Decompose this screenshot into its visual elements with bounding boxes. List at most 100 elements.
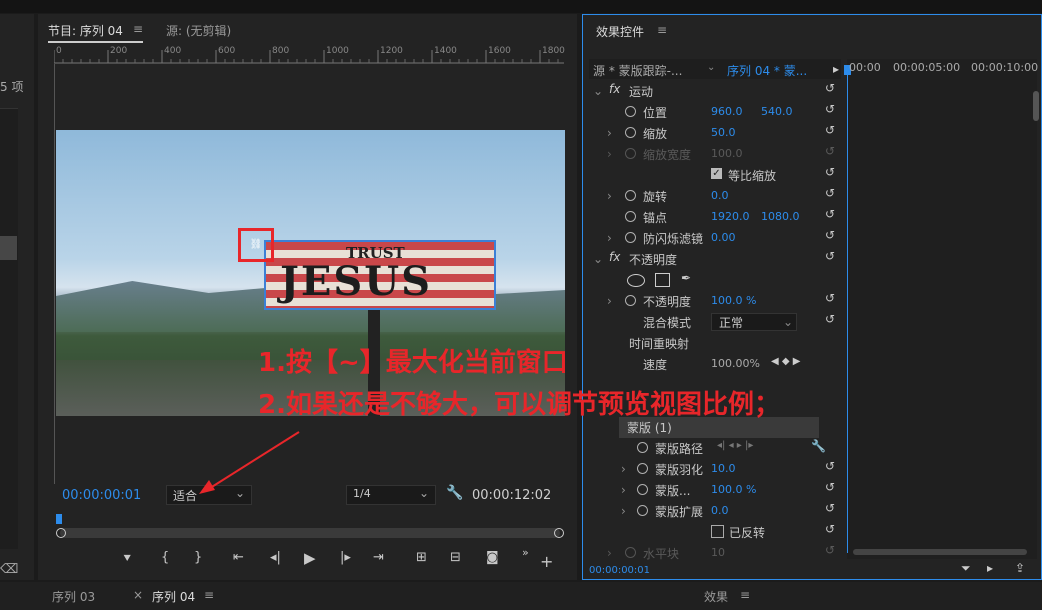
reset-icon[interactable]: ↺ [825,249,835,263]
keyframe-timeline[interactable] [847,59,1037,559]
opacity-section-row[interactable]: ⌄ fx 不透明度 ↺ [589,249,847,270]
stopwatch-icon[interactable] [637,463,648,474]
uniform-scale-row[interactable]: ✓ 等比缩放 ↺ [589,165,847,186]
reset-icon[interactable]: ↺ [825,228,835,242]
speed-row[interactable]: 速度 100.00% ◀ ◆ ▶ [589,354,847,375]
export-icon[interactable]: ⇪ [1015,561,1025,575]
source-label[interactable]: 源 * 蒙版跟踪-... [593,62,682,79]
close-icon[interactable]: × [133,588,143,602]
stopwatch-icon[interactable] [637,505,648,516]
scale-value[interactable]: 50.0 [711,126,736,139]
anchor-row[interactable]: 锚点 1920.0 1080.0 ↺ [589,207,847,228]
trash-icon[interactable]: ⌫ [0,562,18,577]
chevron-right-icon[interactable]: › [621,462,626,476]
tab-seq03[interactable]: 序列 03 [52,588,95,605]
play-icon[interactable]: ▶ [304,549,316,567]
playhead-marker[interactable] [56,514,62,524]
chevron-right-icon[interactable]: › [607,294,612,308]
reset-icon[interactable]: ↺ [825,165,835,179]
reset-icon[interactable]: ↺ [825,291,835,305]
scale-row[interactable]: › 缩放 50.0 ↺ [589,123,847,144]
reset-icon[interactable]: ↺ [825,501,835,515]
time-remap-row[interactable]: 时间重映射 [589,333,847,354]
motion-row[interactable]: ⌄ fx 运动 ↺ [589,81,847,102]
scrub-handle-left[interactable] [56,528,66,538]
speed-value[interactable]: 100.00% [711,357,760,370]
blend-mode-row[interactable]: 混合模式 正常 ⌄ ↺ [589,312,847,333]
tab-seq04[interactable]: 序列 04 [152,588,195,605]
uniform-scale-checkbox[interactable]: ✓ [711,168,722,179]
position-row[interactable]: 位置 960.0 540.0 ↺ [589,102,847,123]
reset-icon[interactable]: ↺ [825,312,835,326]
scrub-handle-right[interactable] [554,528,564,538]
extract-icon[interactable]: ⊟ [450,550,461,565]
go-to-out-icon[interactable]: ⇥ [373,550,384,565]
stopwatch-icon[interactable] [625,295,636,306]
sequence-label[interactable]: 序列 04 * 蒙... [727,62,807,79]
filter-icon[interactable]: ⏷ [961,561,971,576]
reset-icon[interactable]: ↺ [825,459,835,473]
ellipse-mask-icon[interactable] [627,274,645,287]
mask-expansion-row[interactable]: › 蒙版扩展 0.0 ↺ [589,501,847,522]
reset-icon[interactable]: ↺ [825,81,835,95]
reset-icon[interactable]: ↺ [825,522,835,536]
chevron-right-icon[interactable]: › [607,126,612,140]
rotation-row[interactable]: › 旋转 0.0 ↺ [589,186,847,207]
vertical-scrollbar[interactable] [1033,91,1039,121]
play-audio-icon[interactable]: ▸ [987,561,993,575]
timeline-scroll[interactable] [853,549,1027,555]
chevron-right-icon[interactable]: › [621,483,626,497]
reset-icon[interactable]: ↺ [825,102,835,116]
keyframe-nav-icon[interactable]: ◀ ◆ ▶ [771,356,800,367]
panel-menu-icon[interactable]: ≡ [657,23,667,37]
opacity-value[interactable]: 100.0 % [711,294,756,307]
antiflicker-value[interactable]: 0.00 [711,231,736,244]
tab-menu-icon[interactable]: ≡ [133,22,143,36]
opacity-row[interactable]: › 不透明度 100.0 % ↺ [589,291,847,312]
mask-opacity-value[interactable]: 100.0 % [711,483,756,496]
timeline-playhead[interactable] [847,65,848,553]
scrub-bar[interactable] [60,528,560,538]
mark-in-icon[interactable]: { [161,550,169,565]
chevron-right-icon[interactable]: › [621,504,626,518]
more-controls-icon[interactable]: » [522,546,529,559]
anchor-y[interactable]: 1080.0 [761,210,800,223]
reset-icon[interactable]: ↺ [825,207,835,221]
lift-icon[interactable]: ⊞ [416,550,427,565]
stopwatch-icon[interactable] [625,127,636,138]
step-back-icon[interactable]: ◂| [270,550,281,565]
rectangle-mask-icon[interactable] [655,273,670,287]
pen-icon[interactable]: ✒ [681,271,691,285]
project-selected-row[interactable] [0,236,17,260]
mask-feather-row[interactable]: › 蒙版羽化 10.0 ↺ [589,459,847,480]
chevron-right-icon[interactable]: › [607,189,612,203]
stopwatch-icon[interactable] [637,484,648,495]
mask-expansion-value[interactable]: 0.0 [711,504,729,517]
antiflicker-row[interactable]: › 防闪烁滤镜 0.00 ↺ [589,228,847,249]
camera-icon[interactable]: ◙ [486,550,499,565]
stopwatch-icon[interactable] [625,190,636,201]
mask-path-row[interactable]: 蒙版路径 ◂| ◂ ▸ |▸ 🔧 [589,438,847,459]
chevron-down-icon[interactable]: ⌄ [593,84,603,98]
tab-effects[interactable]: 效果 [704,588,728,605]
stopwatch-icon[interactable] [625,106,636,117]
position-y[interactable]: 540.0 [761,105,793,118]
play-only-icon[interactable]: ▸ [833,62,839,76]
billboard[interactable]: TRUST JESUS [264,240,496,310]
reset-icon[interactable]: ↺ [825,123,835,137]
mask-feather-value[interactable]: 10.0 [711,462,736,475]
resolution-select[interactable]: 1/4 ⌄ [346,485,436,505]
rotation-value[interactable]: 0.0 [711,189,729,202]
position-x[interactable]: 960.0 [711,105,743,118]
mask-handle-icon[interactable]: ⛓ [238,228,274,262]
stopwatch-icon[interactable] [625,211,636,222]
chevron-right-icon[interactable]: › [607,231,612,245]
tab-program[interactable]: 节目: 序列 04 [48,22,123,39]
chevron-down-icon[interactable]: ⌄ [593,252,603,266]
tab-menu-icon[interactable]: ≡ [204,588,214,602]
tab-source[interactable]: 源: (无剪辑) [166,22,231,39]
mark-out-icon[interactable]: } [194,550,202,565]
reset-icon[interactable]: ↺ [825,186,835,200]
wrench-icon[interactable]: 🔧 [811,439,826,453]
mask-opacity-row[interactable]: › 蒙版... 100.0 % ↺ [589,480,847,501]
